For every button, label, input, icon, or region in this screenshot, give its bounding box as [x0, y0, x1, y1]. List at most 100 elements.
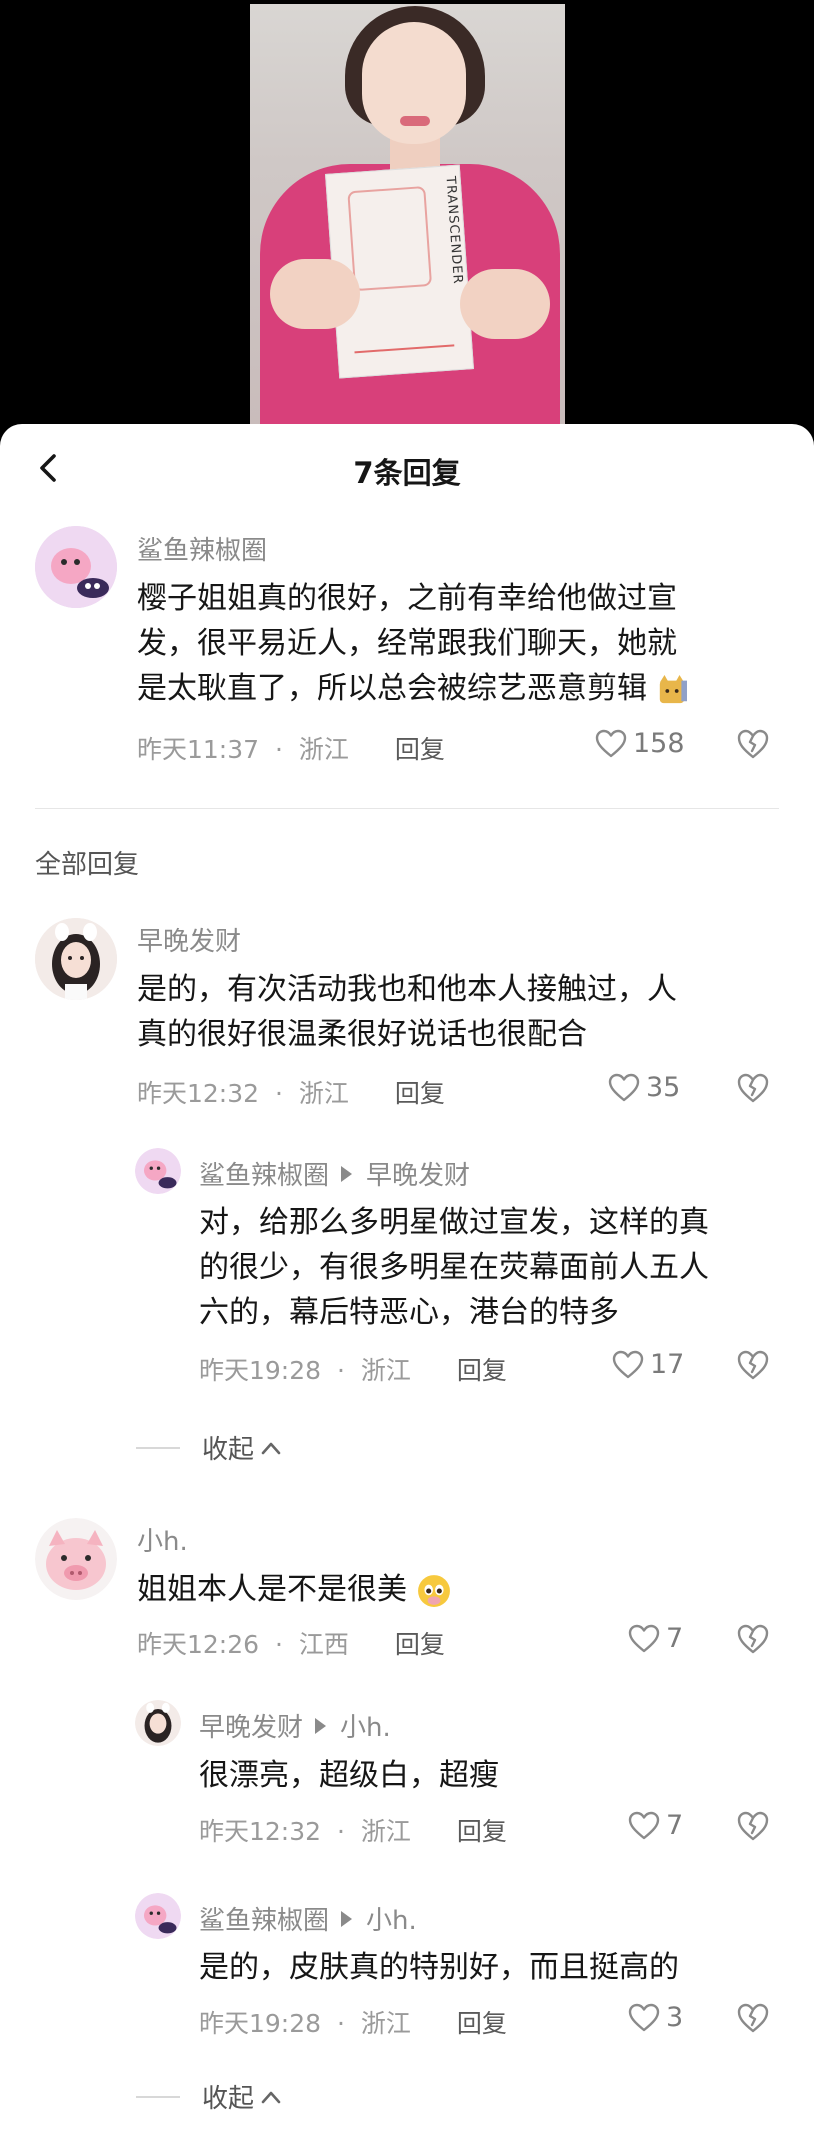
comment-meta: 昨天12:32 · 浙江 回复: [137, 1074, 445, 1110]
shark-pepper-avatar-icon: [135, 1148, 181, 1194]
author-name[interactable]: 鲨鱼辣椒圈: [199, 1900, 329, 1937]
avatar[interactable]: [135, 1700, 181, 1746]
comment-text-line: 是的，皮肤真的特别好，而且挺高的: [199, 1950, 679, 1985]
card-drawing: [347, 186, 433, 292]
all-replies-label: 全部回复: [35, 850, 140, 880]
collapse-replies-button[interactable]: 收起: [136, 2078, 282, 2115]
like-count: 3: [666, 2002, 684, 2033]
dislike-broken-heart-icon[interactable]: [736, 2002, 770, 2034]
like-count: 7: [666, 1623, 684, 1654]
heart-outline-icon: [628, 2003, 660, 2031]
comment-text-line: 六的，幕后特恶心，港台的特多: [199, 1295, 619, 1330]
pleading-face-emoji-icon: [417, 1574, 450, 1607]
reply-text: 对，给那么多明星做过宣发，这样的真 的很少，有很多明星在荧幕面前人五人 六的，幕…: [199, 1200, 789, 1335]
meta-separator: ·: [337, 1817, 345, 1846]
comment-location: 浙江: [360, 1356, 411, 1385]
girl-avatar-icon: [135, 1700, 181, 1746]
reply-button[interactable]: 回复: [395, 1079, 445, 1108]
section-divider: [35, 808, 779, 809]
dislike-broken-heart-icon[interactable]: [736, 1072, 770, 1104]
like-count: 158: [633, 728, 685, 759]
video-player[interactable]: TRANSCENDER: [0, 0, 814, 440]
comment-text-line: 真的很好很温柔很好说话也很配合: [137, 1017, 587, 1052]
chevron-up-icon: [261, 2091, 281, 2103]
comment-meta: 昨天19:28 · 浙江 回复: [199, 2004, 507, 2040]
reply-to-name[interactable]: 早晚发财: [366, 1155, 470, 1192]
avatar[interactable]: [135, 1893, 181, 1939]
comment-text-line: 是的，有次活动我也和他本人接触过，人: [137, 972, 677, 1007]
comment-time: 昨天19:28: [199, 2009, 322, 2038]
like-count: 35: [646, 1072, 681, 1103]
author-name[interactable]: 早晚发财: [199, 1707, 303, 1744]
like-button[interactable]: 7: [628, 1623, 683, 1654]
collapse-label: 收起: [202, 1435, 255, 1465]
dislike-broken-heart-icon[interactable]: [736, 1623, 770, 1655]
comment-text: 樱子姐姐真的很好，之前有幸给他做过宣 发，很平易近人，经常跟我们聊天，她就 是太…: [137, 576, 777, 711]
page-title: 7条回复: [353, 456, 461, 490]
comment-text-line: 对，给那么多明星做过宣发，这样的真: [199, 1205, 709, 1240]
reply-author[interactable]: 鲨鱼辣椒圈 早晚发财: [199, 1155, 470, 1192]
like-button[interactable]: 3: [628, 2002, 683, 2033]
reply-text: 很漂亮，超级白，超瘦: [199, 1753, 789, 1798]
like-button[interactable]: 7: [628, 1810, 683, 1841]
author-name[interactable]: 鲨鱼辣椒圈: [137, 530, 267, 567]
reply-author[interactable]: 早晚发财 小h.: [199, 1707, 391, 1744]
comment-author[interactable]: 鲨鱼辣椒圈: [137, 530, 267, 567]
video-person-right-hand: [460, 269, 550, 339]
like-button[interactable]: 17: [612, 1349, 684, 1380]
author-name[interactable]: 早晚发财: [137, 921, 241, 958]
dislike-broken-heart-icon[interactable]: [736, 1349, 770, 1381]
comment-text: 姐姐本人是不是很美: [137, 1567, 777, 1612]
comment-time: 昨天11:37: [137, 735, 260, 764]
video-person-left-hand: [270, 259, 360, 329]
shark-pepper-avatar-icon: [35, 526, 117, 608]
dislike-broken-heart-icon[interactable]: [736, 1810, 770, 1842]
comment-text-fragment: 姐姐本人是不是很美: [137, 1572, 407, 1607]
avatar[interactable]: [35, 918, 117, 1000]
reply-arrow-icon: [341, 1910, 353, 1927]
like-count: 17: [650, 1349, 685, 1380]
comment-text-fragment: 是太耿直了，所以总会被综艺恶意剪辑: [137, 671, 647, 706]
comment-author[interactable]: 早晚发财: [137, 921, 241, 958]
cat-sweat-emoji-icon: [659, 674, 687, 703]
avatar[interactable]: [35, 1518, 117, 1600]
reply-button[interactable]: 回复: [395, 735, 445, 764]
reply-button[interactable]: 回复: [395, 1630, 445, 1659]
meta-separator: ·: [275, 735, 283, 764]
meta-separator: ·: [337, 1356, 345, 1385]
heart-outline-icon: [612, 1350, 644, 1378]
avatar[interactable]: [135, 1148, 181, 1194]
reply-button[interactable]: 回复: [457, 1356, 507, 1385]
comment-time: 昨天19:28: [199, 1356, 322, 1385]
author-name[interactable]: 小h.: [137, 1521, 188, 1558]
comment-text-line: 的很少，有很多明星在荧幕面前人五人: [199, 1250, 709, 1285]
comment-text: 是的，有次活动我也和他本人接触过，人 真的很好很温柔很好说话也很配合: [137, 967, 777, 1057]
author-name[interactable]: 鲨鱼辣椒圈: [199, 1155, 329, 1192]
meta-separator: ·: [275, 1079, 283, 1108]
girl-avatar-icon: [35, 918, 117, 1000]
collapse-line: [136, 1446, 180, 1449]
like-button[interactable]: 158: [595, 728, 685, 759]
reply-button[interactable]: 回复: [457, 2009, 507, 2038]
reply-author[interactable]: 鲨鱼辣椒圈 小h.: [199, 1900, 417, 1937]
like-button[interactable]: 35: [608, 1072, 680, 1103]
reply-to-name[interactable]: 小h.: [340, 1707, 391, 1744]
avatar[interactable]: [35, 526, 117, 608]
collapse-replies-button[interactable]: 收起: [136, 1429, 282, 1466]
card-handwriting: [351, 296, 455, 354]
chevron-up-icon: [261, 1442, 281, 1454]
dislike-broken-heart-icon[interactable]: [736, 728, 770, 760]
comment-time: 昨天12:32: [199, 1817, 322, 1846]
reply-button[interactable]: 回复: [457, 1817, 507, 1846]
comment-meta: 昨天12:32 · 浙江 回复: [199, 1812, 507, 1848]
reply-text: 是的，皮肤真的特别好，而且挺高的: [199, 1945, 789, 1990]
comment-text-line: 很漂亮，超级白，超瘦: [199, 1758, 499, 1793]
pig-avatar-icon: [35, 1518, 117, 1600]
heart-outline-icon: [595, 729, 627, 757]
comment-time: 昨天12:32: [137, 1079, 260, 1108]
card-brand-text: TRANSCENDER: [442, 175, 466, 286]
reply-to-name[interactable]: 小h.: [366, 1900, 417, 1937]
like-count: 7: [666, 1810, 684, 1841]
comment-author[interactable]: 小h.: [137, 1521, 188, 1558]
collapse-line: [136, 2095, 180, 2098]
